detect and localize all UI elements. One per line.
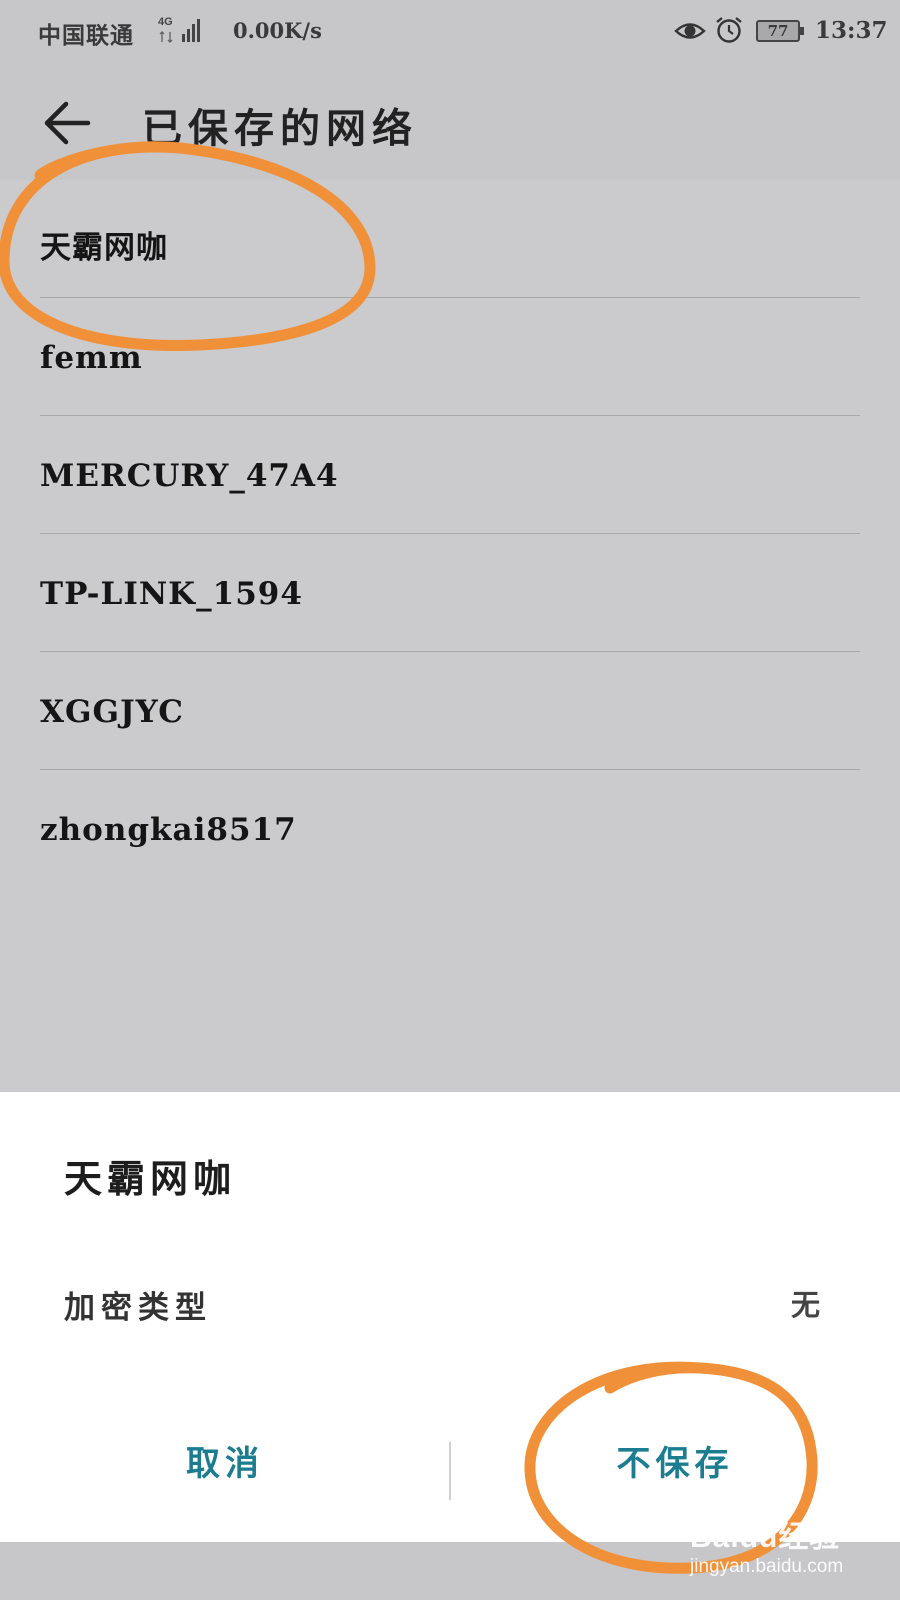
network-speed: 0.00K/s [233, 18, 322, 43]
forget-network-button[interactable]: 不保存 [450, 1422, 900, 1506]
network-name: XGGJYC [40, 694, 184, 730]
encryption-type-label: 加密类型 [64, 1290, 212, 1326]
battery-level: 77 [767, 22, 789, 40]
eye-icon [674, 23, 706, 39]
page-title: 已保存的网络 [142, 105, 418, 152]
network-item[interactable]: zhongkai8517 [40, 770, 860, 888]
bottom-bar [0, 1542, 900, 1600]
alarm-icon [716, 17, 742, 43]
clock: 13:37 [815, 17, 888, 44]
network-item[interactable]: 天霸网咖 [40, 180, 860, 298]
back-arrow-icon[interactable] [38, 92, 100, 154]
network-type: 4G [158, 16, 173, 28]
network-name: MERCURY_47A4 [40, 458, 339, 494]
network-item[interactable]: TP-LINK_1594 [40, 534, 860, 652]
dialog-title: 天霸网咖 [64, 1156, 237, 1201]
network-name: femm [40, 340, 143, 376]
network-name: 天霸网咖 [40, 230, 168, 266]
network-item[interactable]: femm [40, 298, 860, 416]
network-name: zhongkai8517 [40, 812, 297, 848]
carrier-name: 中国联通 [38, 22, 134, 49]
signal-icon: 4G [158, 16, 200, 43]
status-bar: 中国联通 4G 0.00K/s 77 13:37 [0, 0, 900, 62]
network-item[interactable]: MERCURY_47A4 [40, 416, 860, 534]
network-name: TP-LINK_1594 [40, 576, 303, 612]
cancel-button[interactable]: 取消 [0, 1422, 450, 1506]
encryption-type-value: 无 [790, 1288, 820, 1322]
network-item[interactable]: XGGJYC [40, 652, 860, 770]
network-details-dialog: 天霸网咖 加密类型 无 取消 不保存 [0, 1092, 900, 1542]
battery-icon: 77 [756, 20, 804, 42]
app-header: 已保存的网络 [0, 62, 900, 180]
